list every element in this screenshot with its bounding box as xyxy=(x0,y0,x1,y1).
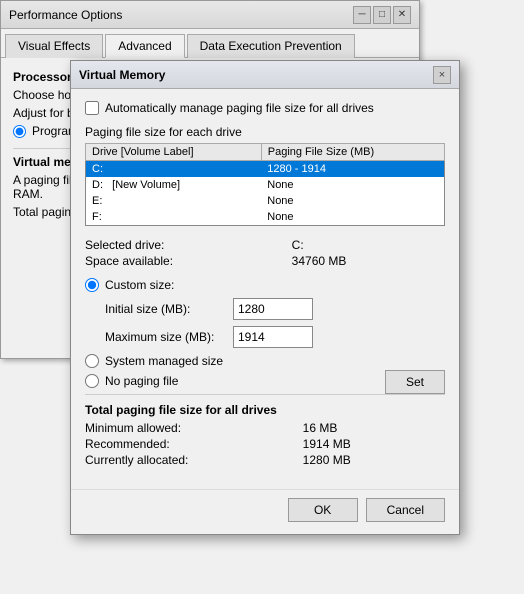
radio-group: System managed size No paging file xyxy=(85,354,223,394)
vm-body: Automatically manage paging file size fo… xyxy=(71,89,459,489)
drive-f-label: F: xyxy=(86,209,262,226)
space-available-value: 34760 MB xyxy=(292,254,445,268)
perf-titlebar-controls: ─ □ ✕ xyxy=(353,6,411,24)
vm-close-button[interactable]: × xyxy=(433,66,451,84)
ok-button[interactable]: OK xyxy=(288,498,358,522)
currently-allocated-value: 1280 MB xyxy=(303,453,445,467)
set-button[interactable]: Set xyxy=(385,370,445,394)
min-allowed-value: 16 MB xyxy=(303,421,445,435)
col-size: Paging File Size (MB) xyxy=(261,144,444,161)
total-section: Total paging file size for all drives Mi… xyxy=(85,394,445,467)
currently-allocated-label: Currently allocated: xyxy=(85,453,283,467)
custom-size-radio[interactable] xyxy=(85,278,99,292)
prog-radio[interactable] xyxy=(13,125,26,138)
table-row[interactable]: F: None xyxy=(86,209,445,226)
vm-footer: OK Cancel xyxy=(71,489,459,534)
initial-size-label: Initial size (MB): xyxy=(105,302,225,316)
system-managed-row: System managed size xyxy=(85,354,223,368)
auto-manage-label: Automatically manage paging file size fo… xyxy=(105,101,374,115)
minimize-button[interactable]: ─ xyxy=(353,6,371,24)
drive-table: Drive [Volume Label] Paging File Size (M… xyxy=(85,143,445,226)
custom-size-label: Custom size: xyxy=(105,278,174,292)
tab-visual-effects[interactable]: Visual Effects xyxy=(5,34,103,58)
perf-title: Performance Options xyxy=(9,8,122,22)
system-managed-radio[interactable] xyxy=(85,354,99,368)
perf-titlebar: Performance Options ─ □ ✕ xyxy=(1,1,419,29)
no-paging-radio[interactable] xyxy=(85,374,99,388)
custom-size-row: Custom size: xyxy=(85,278,445,292)
total-title: Total paging file size for all drives xyxy=(85,403,445,417)
drive-c-label: C: xyxy=(86,161,262,178)
initial-size-input[interactable] xyxy=(233,298,313,320)
maximize-button[interactable]: □ xyxy=(373,6,391,24)
table-row[interactable]: E: None xyxy=(86,193,445,209)
max-size-input[interactable] xyxy=(233,326,313,348)
auto-manage-checkbox[interactable] xyxy=(85,101,99,115)
table-row[interactable]: D: [New Volume] None xyxy=(86,177,445,193)
drive-d-size: None xyxy=(261,177,444,193)
selected-drive-label: Selected drive: xyxy=(85,238,272,252)
virtual-memory-dialog: Virtual Memory × Automatically manage pa… xyxy=(70,60,460,535)
tab-data-execution[interactable]: Data Execution Prevention xyxy=(187,34,355,58)
recommended-label: Recommended: xyxy=(85,437,283,451)
initial-size-row: Initial size (MB): xyxy=(85,298,445,320)
auto-manage-row: Automatically manage paging file size fo… xyxy=(85,101,445,115)
drive-e-size: None xyxy=(261,193,444,209)
drive-f-size: None xyxy=(261,209,444,226)
no-paging-label: No paging file xyxy=(105,374,178,388)
perf-tabs: Visual Effects Advanced Data Execution P… xyxy=(1,29,419,58)
system-managed-label: System managed size xyxy=(105,354,223,368)
space-available-label: Space available: xyxy=(85,254,272,268)
drive-c-size: 1280 - 1914 xyxy=(261,161,444,178)
recommended-value: 1914 MB xyxy=(303,437,445,451)
max-size-label: Maximum size (MB): xyxy=(105,330,225,344)
selected-drive-value: C: xyxy=(292,238,445,252)
min-allowed-label: Minimum allowed: xyxy=(85,421,283,435)
drive-info-grid: Selected drive: C: Space available: 3476… xyxy=(85,238,445,268)
vm-dialog-title: Virtual Memory xyxy=(79,68,165,82)
no-paging-row: No paging file xyxy=(85,374,223,388)
perf-close-button[interactable]: ✕ xyxy=(393,6,411,24)
drive-e-label: E: xyxy=(86,193,262,209)
system-set-row: System managed size No paging file Set xyxy=(85,354,445,394)
vm-titlebar: Virtual Memory × xyxy=(71,61,459,89)
col-drive: Drive [Volume Label] xyxy=(86,144,262,161)
table-row[interactable]: C: 1280 - 1914 xyxy=(86,161,445,178)
drive-d-label: D: [New Volume] xyxy=(86,177,262,193)
paging-label: Paging file size for each drive xyxy=(85,125,445,139)
max-size-row: Maximum size (MB): xyxy=(85,326,445,348)
total-grid: Minimum allowed: 16 MB Recommended: 1914… xyxy=(85,421,445,467)
cancel-button[interactable]: Cancel xyxy=(366,498,445,522)
tab-advanced[interactable]: Advanced xyxy=(105,34,184,58)
